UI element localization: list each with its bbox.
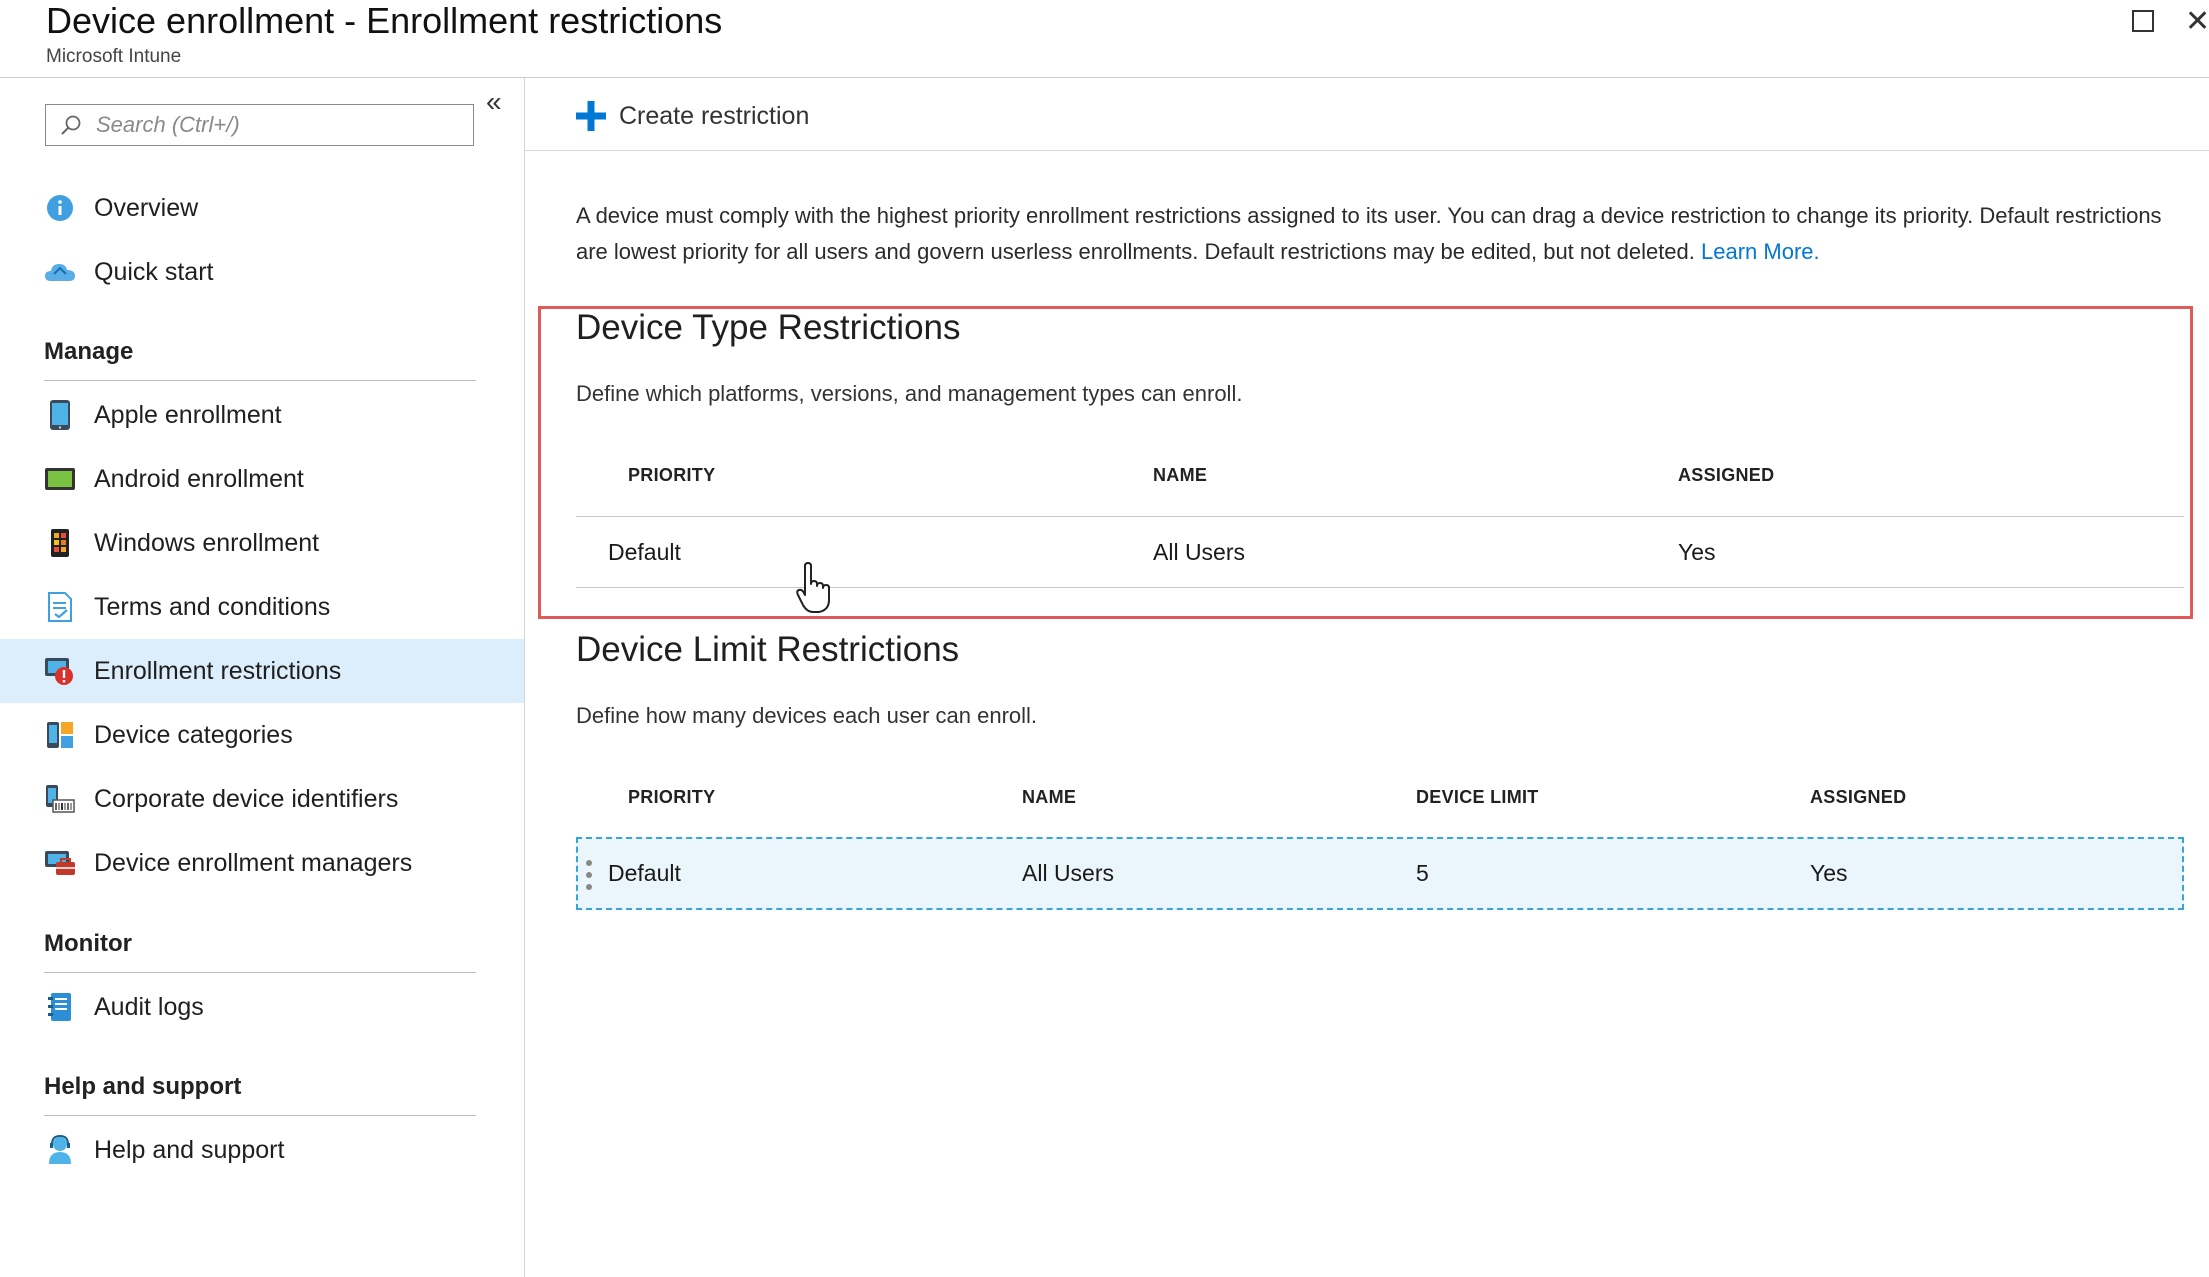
maximize-button[interactable] <box>2128 6 2158 36</box>
sidebar-item-corporate-device-identifiers[interactable]: Corporate device identifiers <box>0 767 524 831</box>
info-icon <box>44 192 76 224</box>
page-description: A device must comply with the highest pr… <box>576 198 2176 270</box>
sidebar-item-device-enrollment-managers[interactable]: Device enrollment managers <box>0 831 524 895</box>
categories-icon <box>44 719 76 751</box>
windows-device-icon <box>44 527 76 559</box>
column-header-priority[interactable]: PRIORITY <box>628 787 715 808</box>
section-heading-manage: Manage <box>44 338 134 365</box>
section-divider <box>44 380 476 381</box>
sidebar-item-label: Apple enrollment <box>94 400 282 429</box>
description-text: A device must comply with the highest pr… <box>576 203 2162 264</box>
sidebar-item-windows-enrollment[interactable]: Windows enrollment <box>0 511 524 575</box>
sidebar-item-enrollment-restrictions[interactable]: Enrollment restrictions <box>0 639 524 703</box>
sidebar-item-terms-and-conditions[interactable]: Terms and conditions <box>0 575 524 639</box>
sidebar-item-quick-start[interactable]: Quick start <box>0 240 524 304</box>
sidebar-item-apple-enrollment[interactable]: Apple enrollment <box>0 383 524 447</box>
sidebar-item-device-categories[interactable]: Device categories <box>0 703 524 767</box>
identifiers-icon <box>44 783 76 815</box>
column-header-name[interactable]: NAME <box>1022 787 1076 808</box>
collapse-sidebar-icon[interactable]: « <box>486 88 502 116</box>
sidebar-item-label: Android enrollment <box>94 464 304 493</box>
cell-name: All Users <box>1022 860 1115 886</box>
table-header-divider <box>576 516 2184 517</box>
column-header-assigned[interactable]: ASSIGNED <box>1810 787 1906 808</box>
sidebar-divider <box>524 78 525 1277</box>
column-header-priority[interactable]: PRIORITY <box>628 465 715 486</box>
sidebar-item-label: Device enrollment managers <box>94 848 413 877</box>
column-header-name[interactable]: NAME <box>1153 465 1207 486</box>
apple-device-icon <box>44 399 76 431</box>
sidebar-item-label: Quick start <box>94 257 214 286</box>
close-button[interactable]: ✕ <box>2185 6 2209 36</box>
page-title: Device enrollment - Enrollment restricti… <box>46 0 723 41</box>
sidebar-item-android-enrollment[interactable]: Android enrollment <box>0 447 524 511</box>
sidebar-item-help-and-support[interactable]: Help and support <box>0 1118 524 1182</box>
cell-assigned: Yes <box>1678 539 1716 565</box>
sidebar-item-audit-logs[interactable]: Audit logs <box>0 975 524 1039</box>
column-header-assigned[interactable]: ASSIGNED <box>1678 465 1774 486</box>
hand-cursor-icon <box>796 562 830 613</box>
sidebar-item-overview[interactable]: Overview <box>0 176 524 240</box>
learn-more-link[interactable]: Learn More. <box>1701 239 1820 264</box>
table-row[interactable]: Default All Users 5 Yes <box>576 837 2184 910</box>
header-divider <box>0 77 2209 78</box>
log-book-icon <box>44 991 76 1023</box>
drag-handle-icon[interactable] <box>585 860 593 890</box>
android-device-icon <box>44 463 76 495</box>
search-box[interactable] <box>45 104 474 146</box>
sidebar-item-label: Overview <box>94 193 199 222</box>
cell-assigned: Yes <box>1810 860 1848 886</box>
plus-icon <box>576 101 606 131</box>
document-check-icon <box>44 591 76 623</box>
cell-device-limit: 5 <box>1416 860 1429 886</box>
device-limit-section-description: Define how many devices each user can en… <box>576 703 1038 728</box>
cell-priority: Default <box>608 860 681 886</box>
page-subtitle: Microsoft Intune <box>46 46 182 67</box>
cloud-icon <box>44 256 76 288</box>
section-divider <box>44 1115 476 1116</box>
sidebar-item-label: Corporate device identifiers <box>94 784 399 813</box>
sidebar-item-label: Enrollment restrictions <box>94 656 342 685</box>
cell-priority: Default <box>608 539 681 565</box>
sidebar-item-label: Help and support <box>94 1135 285 1164</box>
column-header-device-limit[interactable]: DEVICE LIMIT <box>1416 787 1539 808</box>
section-divider <box>44 972 476 973</box>
search-input[interactable] <box>96 112 456 138</box>
create-restriction-button[interactable]: Create restriction <box>575 95 809 137</box>
sidebar-item-label: Audit logs <box>94 992 204 1021</box>
cell-name: All Users <box>1153 539 1246 565</box>
maximize-icon <box>2132 10 2154 32</box>
create-restriction-label: Create restriction <box>619 101 810 130</box>
toolbar-divider <box>525 150 2209 151</box>
managers-icon <box>44 847 76 879</box>
device-type-section-description: Define which platforms, versions, and ma… <box>576 381 1243 406</box>
device-type-section-title: Device Type Restrictions <box>576 308 961 347</box>
section-heading-monitor: Monitor <box>44 930 132 957</box>
close-icon: ✕ <box>2185 6 2209 36</box>
device-limit-section-title: Device Limit Restrictions <box>576 630 960 669</box>
sidebar-item-label: Windows enrollment <box>94 528 320 557</box>
restriction-icon <box>44 655 76 687</box>
search-icon <box>61 115 81 135</box>
support-person-icon <box>44 1134 76 1166</box>
sidebar-item-label: Device categories <box>94 720 293 749</box>
section-heading-help: Help and support <box>44 1073 242 1100</box>
sidebar-item-label: Terms and conditions <box>94 592 331 621</box>
